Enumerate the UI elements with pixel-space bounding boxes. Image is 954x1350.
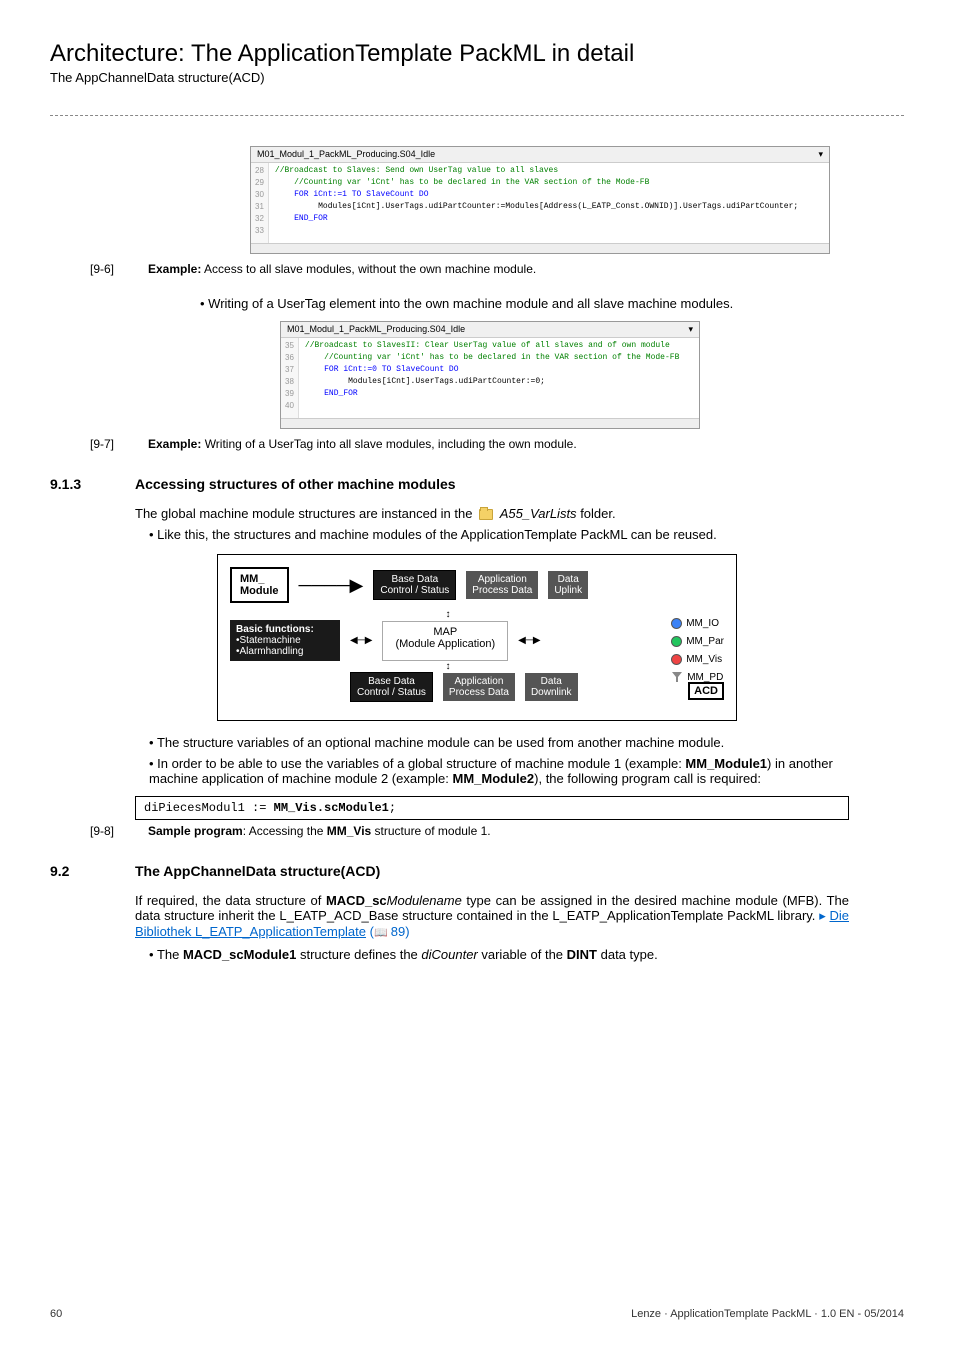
sec913-bullet-1: Like this, the structures and machine mo… <box>149 527 849 542</box>
code-header-1: M01_Modul_1_PackML_Producing.S04_Idle <box>257 149 435 160</box>
filter-icon <box>671 671 683 683</box>
sample-code-box: diPiecesModul1 := MM_Vis.scModule1; <box>135 796 849 820</box>
footer-info: Lenze · ApplicationTemplate PackML · 1.0… <box>631 1308 904 1320</box>
book-icon <box>374 924 391 939</box>
dropdown-icon: ▾ <box>818 149 823 160</box>
code-lines-2: //Broadcast to SlavesII: Clear UserTag v… <box>299 338 699 418</box>
scrollbar <box>281 418 699 428</box>
sec92-p1: If required, the data structure of MACD_… <box>135 893 849 939</box>
sec92-bullet-1: The MACD_scModule1 structure defines the… <box>149 947 849 962</box>
mm-module-box: MM_ Module <box>230 567 289 603</box>
dropdown-icon: ▾ <box>688 324 693 335</box>
base-data-top: Base DataControl / Status <box>373 570 456 600</box>
app-pd-bottom: ApplicationProcess Data <box>443 673 515 701</box>
app-pd-top: ApplicationProcess Data <box>466 571 538 599</box>
port-list: MM_IO MM_Par MM_Vis MM_PD <box>671 615 724 687</box>
divider <box>50 115 904 116</box>
sec913-p1: The global machine module structures are… <box>135 506 849 521</box>
folder-icon <box>479 509 493 520</box>
page-footer: 60 Lenze · ApplicationTemplate PackML · … <box>50 1308 904 1320</box>
architecture-diagram: MM_ Module ────▶ Base DataControl / Stat… <box>217 554 737 721</box>
code-lines-1: //Broadcast to Slaves: Send own UserTag … <box>269 163 829 243</box>
page-title: Architecture: The ApplicationTemplate Pa… <box>50 40 904 68</box>
caption-9-7: [9-7] Example: Writing of a UserTag into… <box>90 437 904 451</box>
code-screenshot-1: M01_Modul_1_PackML_Producing.S04_Idle ▾ … <box>250 146 830 254</box>
page-subtitle: The AppChannelData structure(ACD) <box>50 70 904 85</box>
page-number: 60 <box>50 1308 62 1320</box>
code-gutter-1: 28 29 30 31 32 33 <box>251 163 269 243</box>
scrollbar <box>251 243 829 253</box>
code-screenshot-2: M01_Modul_1_PackML_Producing.S04_Idle ▾ … <box>280 321 700 429</box>
data-uplink: Data Uplink <box>548 571 588 599</box>
caption-9-8: [9-8] Sample program: Accessing the MM_V… <box>90 824 904 838</box>
sec913-bullet-2: The structure variables of an optional m… <box>149 735 849 750</box>
section-9-2-head: 9.2 The AppChannelData structure(ACD) <box>50 863 904 879</box>
base-data-bottom: Base DataControl / Status <box>350 672 433 702</box>
code-gutter-2: 35 36 37 38 39 40 <box>281 338 299 418</box>
sec913-bullet-3: In order to be able to use the variables… <box>149 756 849 786</box>
data-downlink: Data Downlink <box>525 673 578 701</box>
code-header-2: M01_Modul_1_PackML_Producing.S04_Idle <box>287 324 465 335</box>
caption-9-6: [9-6] Example: Access to all slave modul… <box>90 262 904 276</box>
section-9-1-3-head: 9.1.3 Accessing structures of other mach… <box>50 476 904 492</box>
acd-box: ACD <box>688 682 724 700</box>
bullet-usertag-write: Writing of a UserTag element into the ow… <box>200 296 844 311</box>
map-box: MAP (Module Application) <box>382 621 508 661</box>
basic-functions-box: Basic functions: •Statemachine •Alarmhan… <box>230 620 340 661</box>
